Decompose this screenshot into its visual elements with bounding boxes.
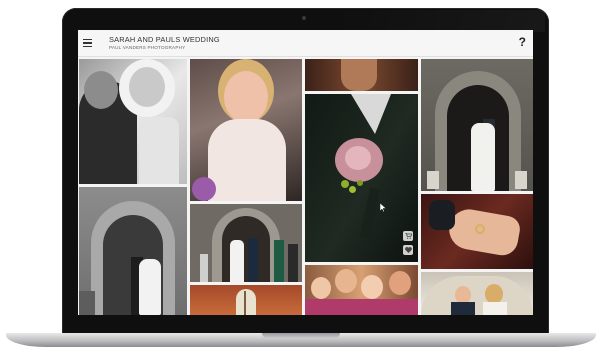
photo-church-entrance-party[interactable]	[190, 204, 302, 282]
webcam	[302, 16, 306, 20]
photo-buttonhole-rose[interactable]	[305, 94, 418, 262]
help-button[interactable]: ?	[519, 36, 526, 48]
mouse-cursor-icon	[380, 203, 386, 212]
screen-glare	[335, 10, 545, 32]
photo-church-window[interactable]	[190, 285, 302, 315]
gallery-title: SARAH AND PAULS WEDDING	[109, 35, 220, 44]
laptop-notch	[262, 333, 340, 338]
heart-icon[interactable]	[403, 245, 413, 255]
photo-ceremony-detail[interactable]	[305, 59, 418, 91]
screen: SARAH AND PAULS WEDDING PAUL VANDERS PHO…	[78, 30, 533, 315]
shopping-cart-icon[interactable]	[403, 231, 413, 241]
photo-wedding-rings-hand[interactable]	[421, 194, 533, 269]
photo-couple-portrait[interactable]	[79, 59, 187, 184]
photo-couple-church-door[interactable]	[421, 59, 533, 191]
hamburger-menu-icon[interactable]	[83, 39, 92, 47]
photo-guests-crowd[interactable]	[305, 265, 418, 315]
gallery-subtitle: PAUL VANDERS PHOTOGRAPHY	[109, 45, 186, 50]
gallery-header: SARAH AND PAULS WEDDING PAUL VANDERS PHO…	[78, 30, 533, 57]
photo-church-doorway-couple[interactable]	[79, 187, 187, 315]
photo-bride-smiling[interactable]	[190, 59, 302, 201]
photo-couple-in-car[interactable]	[421, 272, 533, 315]
